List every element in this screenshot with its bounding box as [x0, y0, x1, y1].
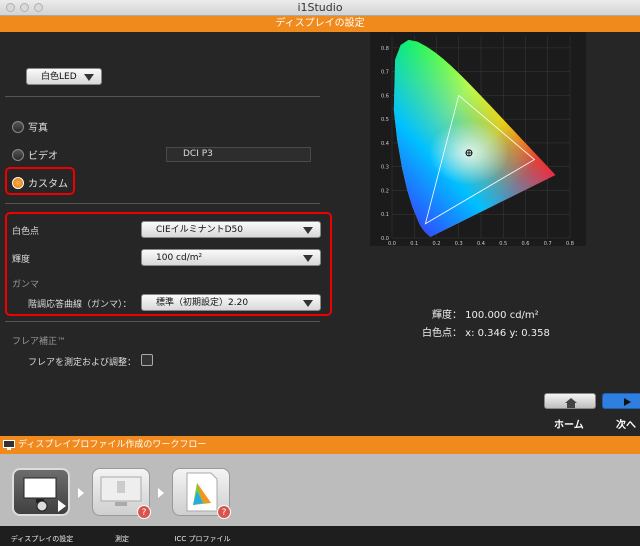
tone-curve-label: 階調応答曲線（ガンマ）：	[28, 300, 132, 310]
luminance-readout: 輝度： 100.000 cd/m²	[432, 310, 539, 321]
preset-photo-label: 写真	[28, 123, 48, 134]
x-tick-label: 0.2	[433, 241, 441, 246]
page-header: ディスプレイの設定	[0, 16, 640, 32]
x-tick-label: 0.5	[499, 241, 507, 246]
whitepoint-value: CIEイルミナントD50	[156, 225, 244, 235]
preset-video-label: ビデオ	[28, 151, 58, 162]
luminance-dropdown[interactable]: 100 cd/m²	[141, 249, 321, 266]
preset-custom-option[interactable]: カスタム	[12, 175, 68, 190]
whitepoint-label: 白色点	[12, 227, 40, 237]
whitepoint-dropdown[interactable]: CIEイルミナントD50	[141, 221, 321, 238]
y-tick-label: 0.6	[381, 93, 389, 99]
x-tick-label: 0.4	[477, 241, 485, 246]
step-label-measure: 測定	[115, 535, 129, 543]
measurement-readout: 輝度： 100.000 cd/m² 白色点： x: 0.346 y: 0.358	[400, 306, 640, 342]
app-title: i1Studio	[297, 1, 343, 14]
y-tick-label: 0.4	[381, 141, 389, 147]
x-tick-label: 0.7	[544, 241, 552, 246]
tone-curve-dropdown[interactable]: 標準（初期設定）2.20	[141, 294, 321, 311]
y-tick-label: 0.8	[381, 46, 389, 52]
video-standard-field: DCI P3	[166, 147, 311, 162]
chevron-right-icon	[158, 488, 164, 498]
next-button[interactable]	[602, 393, 640, 409]
gamma-section-label: ガンマ	[12, 280, 40, 290]
x-tick-label: 0.1	[410, 241, 418, 246]
monitor-icon	[3, 440, 15, 450]
chevron-down-icon	[84, 74, 94, 81]
workflow-title: ディスプレイプロファイル作成のワークフロー	[18, 440, 207, 450]
whitepoint-readout: 白色点： x: 0.346 y: 0.358	[422, 328, 550, 339]
preset-photo-option[interactable]: 写真	[12, 119, 48, 134]
divider	[5, 203, 320, 204]
chevron-right-icon	[78, 488, 84, 498]
workflow-title-bar: ディスプレイプロファイル作成のワークフロー	[0, 436, 640, 454]
chevron-down-icon	[303, 255, 313, 262]
help-icon: ?	[217, 505, 231, 519]
y-tick-label: 0.2	[381, 188, 389, 194]
preset-video-option[interactable]: ビデオ	[12, 147, 58, 162]
home-button[interactable]	[544, 393, 596, 409]
display-type-dropdown[interactable]: 白色LED	[26, 68, 102, 85]
y-tick-label: 0.3	[381, 165, 389, 171]
display-type-value: 白色LED	[41, 72, 77, 82]
home-icon	[565, 398, 577, 408]
flare-checkbox[interactable]	[141, 354, 153, 366]
app-window: i1Studio ディスプレイの設定 白色LED 写真 ビデオ DCI P3 カ…	[0, 0, 640, 546]
x-tick-label: 0.8	[566, 241, 574, 246]
y-tick-label: 0.1	[381, 212, 389, 218]
luminance-value: 100 cd/m²	[156, 253, 203, 263]
chevron-down-icon	[303, 227, 313, 234]
divider	[5, 321, 320, 322]
next-label: 次へ	[616, 420, 636, 431]
help-icon: ?	[137, 505, 151, 519]
chevron-down-icon	[303, 300, 313, 307]
x-tick-label: 0.3	[455, 241, 463, 246]
x-tick-label: 0.6	[522, 241, 530, 246]
window-title-bar: i1Studio	[0, 0, 640, 16]
step-label-icc-profile: ICC プロファイル	[174, 535, 231, 543]
step-label-display-settings: ディスプレイの設定	[10, 535, 74, 543]
display-settings-icon	[23, 477, 66, 512]
chromaticity-plot: 0.80.70.60.50.40.30.20.10.00.0 0.1 0.2 0.3 0…	[381, 36, 574, 246]
step-measure[interactable]: ?	[92, 468, 151, 519]
radio-photo[interactable]	[12, 120, 24, 133]
y-tick-label: 0.7	[381, 70, 389, 76]
y-tick-label: 0.5	[381, 117, 389, 123]
step-icc-profile[interactable]: ?	[172, 468, 231, 519]
chromaticity-chart: 0.8 0.7 0.6 0.5 0.4 0.3 0.2 0.1 0.0 0.0 0.1 0.2 0.3 0…	[370, 32, 586, 246]
preset-custom-label: カスタム	[28, 179, 68, 190]
home-label: ホーム	[554, 420, 584, 431]
radio-custom[interactable]	[12, 176, 24, 189]
step-display-settings[interactable]	[12, 468, 70, 516]
flare-measure-label: フレアを測定および調整：	[28, 358, 137, 368]
radio-video[interactable]	[12, 148, 24, 161]
workflow-steps: ? ?	[0, 454, 640, 526]
tone-curve-value: 標準（初期設定）2.20	[156, 298, 249, 308]
luminance-label: 輝度	[12, 255, 31, 265]
flare-section-label: フレア補正™	[12, 337, 67, 347]
play-icon	[624, 398, 631, 406]
video-standard-value: DCI P3	[183, 149, 213, 159]
divider	[5, 96, 320, 97]
x-tick-label: 0.0	[388, 241, 396, 246]
